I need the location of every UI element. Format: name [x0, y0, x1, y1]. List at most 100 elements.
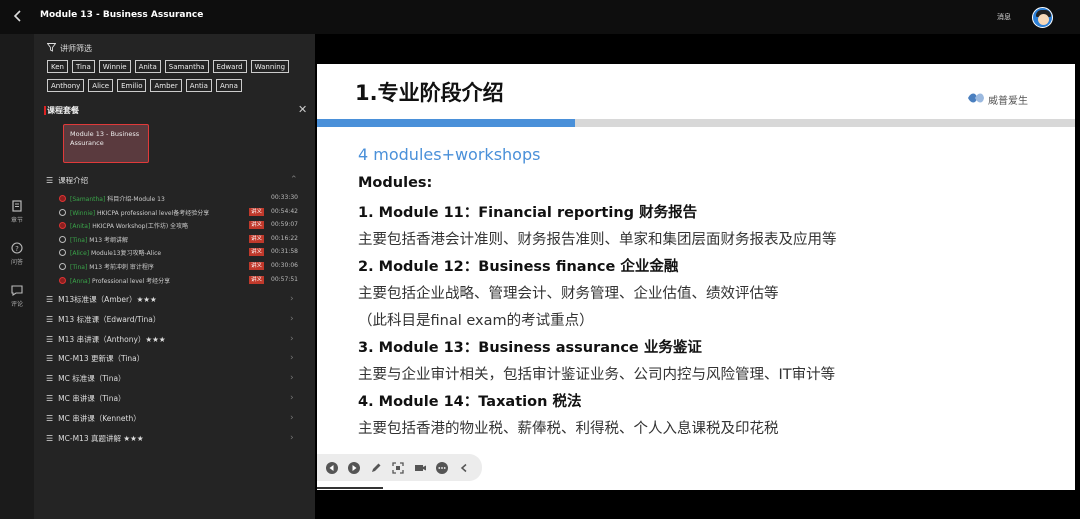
teacher-filter-header: 讲师筛选: [46, 43, 92, 54]
lesson-row[interactable]: [Tina] M13 考前冲刺 审计程序 讲义 00:30:06: [59, 261, 304, 274]
lesson-text: [Winnie] HKICPA professional level备考经验分享: [70, 208, 209, 217]
player-toolbar: [317, 454, 482, 481]
slide-module-desc: （此科目是final exam的考试重点）: [358, 313, 594, 329]
list-icon: ☰: [46, 413, 54, 423]
course-section[interactable]: ☰ MC 串讲课（Tina）: [46, 393, 126, 404]
list-icon: ☰: [46, 176, 54, 185]
teacher-tag[interactable]: Samantha: [164, 60, 209, 73]
chevron-right-icon[interactable]: ›: [290, 334, 294, 344]
lesson-status-icon: [59, 208, 66, 216]
teacher-tag[interactable]: Tina: [72, 60, 95, 73]
lesson-title: 科目介绍-Module 13: [107, 196, 165, 203]
lesson-teacher: [Winnie]: [70, 209, 96, 217]
lesson-status-icon: [59, 276, 66, 284]
rail-label-comment: 评论: [10, 301, 23, 308]
logo-text: 威普爱生: [988, 96, 1028, 107]
lesson-status-icon: [59, 263, 66, 270]
handout-badge[interactable]: 讲义: [249, 262, 265, 270]
package-card[interactable]: Module 13 - Business Assurance: [63, 124, 149, 163]
lesson-title: M13 考前冲刺 审计程序: [89, 264, 154, 271]
play-icon[interactable]: [346, 460, 362, 476]
prev-icon[interactable]: [324, 460, 340, 476]
lesson-text: [Anna] Professional level 考经分享: [70, 276, 170, 285]
lesson-row[interactable]: [Alice] Module13复习攻略-Alice 讲义 00:31:58: [59, 247, 304, 260]
section-label: MC 串讲课（Kenneth）: [58, 413, 141, 423]
close-icon[interactable]: ✕: [298, 103, 307, 116]
handout-badge[interactable]: 讲义: [249, 234, 265, 243]
question-icon: ?: [11, 242, 23, 254]
messages-button[interactable]: 消息: [997, 12, 1011, 22]
teacher-tag[interactable]: Alice: [88, 79, 114, 92]
lesson-title: HKICPA professional level备考经验分享: [97, 209, 210, 217]
lesson-row[interactable]: [Samantha] 科目介绍-Module 13 00:33:30: [59, 193, 304, 206]
lesson-row[interactable]: [Winnie] HKICPA professional level备考经验分享…: [59, 207, 304, 220]
top-bar: Module 13 - Business Assurance 消息: [0, 0, 1080, 34]
playback-progress[interactable]: [317, 487, 383, 489]
course-section[interactable]: ☰ M13标准课（Amber）★★★: [46, 294, 157, 305]
chevron-up-icon[interactable]: ⌃: [290, 175, 298, 185]
course-section[interactable]: ☰ M13 标准课（Edward/Tina）: [46, 314, 160, 325]
handout-badge[interactable]: 讲义: [249, 207, 265, 216]
rail-label-chapter: 章节: [10, 217, 23, 224]
camera-icon[interactable]: [412, 460, 428, 476]
lesson-row[interactable]: [Anita] HKICPA Workshop(工作坊) 全攻略 讲义 00:59:…: [59, 220, 304, 233]
more-icon[interactable]: [434, 460, 450, 476]
chevron-right-icon[interactable]: ›: [290, 433, 294, 443]
teacher-tag[interactable]: Ken: [47, 60, 68, 73]
course-section[interactable]: ☰ MC 标准课（Tina）: [46, 373, 126, 384]
lesson-row[interactable]: [Anna] Professional level 考经分享 讲义 00:57:51: [59, 275, 304, 288]
teacher-tag[interactable]: Edward: [212, 60, 247, 73]
course-panel: 讲师筛选 Ken Tina Winnie Anita Samantha Edward Wan…: [34, 34, 315, 519]
lesson-duration: 00:30:06: [271, 262, 298, 269]
course-section[interactable]: ☰ MC-M13 更新课（Tina）: [46, 353, 144, 364]
back-arrow-icon[interactable]: [13, 9, 27, 25]
course-section[interactable]: ☰ MC 串讲课（Kenneth）: [46, 413, 141, 424]
rail-item-chapter[interactable]: 章节: [0, 200, 34, 224]
lesson-teacher: [Samantha]: [70, 196, 106, 203]
chevron-right-icon[interactable]: ›: [290, 413, 294, 423]
lesson-text: [Alice] Module13复习攻略-Alice: [70, 248, 161, 257]
teacher-tag[interactable]: Anthony: [47, 79, 85, 92]
course-section[interactable]: ☰ MC-M13 真题讲解 ★★★: [46, 433, 144, 444]
rail-item-question[interactable]: ? 问答: [0, 242, 34, 266]
teacher-tag[interactable]: Antia: [185, 79, 212, 92]
section-intro[interactable]: ☰ 课程介绍: [46, 175, 88, 186]
lesson-status-icon: [59, 222, 66, 230]
teacher-tag[interactable]: Winnie: [98, 60, 131, 73]
lesson-text: [Anita] HKICPA Workshop(工作坊) 全攻略: [70, 221, 188, 230]
section-label: M13 标准课（Edward/Tina）: [58, 314, 161, 324]
rail-item-comment[interactable]: 评论: [0, 284, 34, 308]
list-icon: ☰: [46, 334, 54, 344]
collapse-icon[interactable]: [456, 460, 472, 476]
chevron-right-icon[interactable]: ›: [290, 393, 294, 403]
lesson-duration: 00:59:07: [271, 221, 298, 229]
lesson-title: Module13复习攻略-Alice: [91, 250, 162, 258]
handout-badge[interactable]: 讲义: [249, 221, 265, 230]
teacher-tag[interactable]: Wanning: [250, 60, 290, 73]
slide-module-desc: 主要包括香港会计准则、财务报告准则、单家和集团层面财务报表及应用等: [358, 232, 837, 248]
list-icon: ☰: [46, 314, 54, 324]
pen-icon[interactable]: [368, 460, 384, 476]
lesson-status-icon: [59, 235, 66, 243]
section-label: MC 串讲课（Tina）: [58, 394, 126, 403]
slide-module-heading: 2. Module 12：Business finance 企业金融: [358, 259, 679, 275]
user-avatar[interactable]: [1032, 7, 1053, 28]
screenshot-icon[interactable]: [390, 460, 406, 476]
slide-progress-fill: [317, 119, 575, 127]
slide-module-heading: 1. Module 11：Financial reporting 财务报告: [358, 205, 698, 221]
chevron-right-icon[interactable]: ›: [290, 314, 294, 324]
handout-badge[interactable]: 讲义: [249, 248, 265, 257]
list-icon: ☰: [46, 374, 54, 384]
chevron-right-icon[interactable]: ›: [290, 373, 294, 383]
teacher-tag[interactable]: Amber: [150, 79, 182, 92]
section-label: MC 标准课（Tina）: [58, 374, 126, 384]
handout-badge[interactable]: 讲义: [249, 275, 265, 284]
section-label: M13标准课（Amber）★★★: [58, 295, 157, 304]
teacher-tag[interactable]: Anna: [215, 79, 242, 92]
teacher-tag[interactable]: Anita: [134, 60, 161, 73]
chevron-right-icon[interactable]: ›: [290, 353, 294, 363]
chevron-right-icon[interactable]: ›: [290, 294, 294, 304]
lesson-row[interactable]: [Tina] M13 考纲讲解 讲义 00:16:22: [59, 234, 304, 247]
course-section[interactable]: ☰ M13 串讲课（Anthony）★★★: [46, 334, 166, 345]
teacher-tag[interactable]: Emilio: [117, 79, 147, 92]
